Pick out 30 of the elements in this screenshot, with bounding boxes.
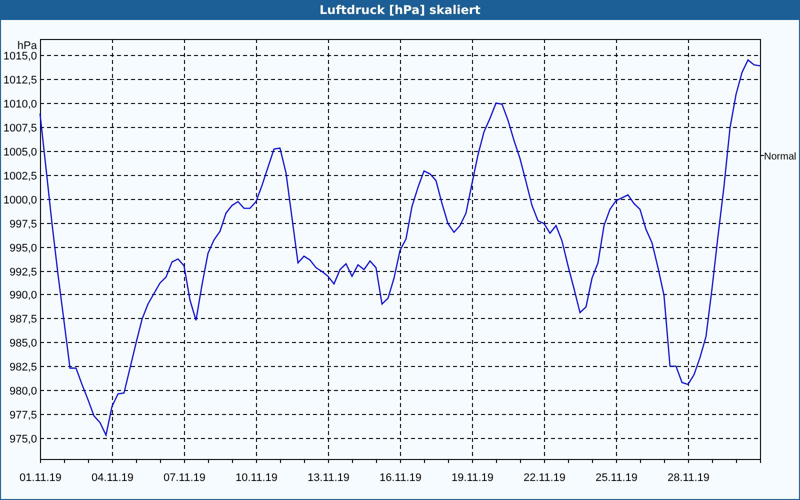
y-axis-label: 982,5 [9, 362, 37, 374]
y-axis-label: 977,5 [9, 410, 37, 422]
y-axis-label: 1005,0 [3, 146, 37, 158]
y-axis-label: 1000,0 [3, 194, 37, 206]
y-axis-label: 1012,5 [3, 74, 37, 86]
x-axis-label: 28.11.19 [668, 472, 710, 484]
y-axis-label: 990,0 [9, 290, 37, 302]
x-axis-label: 16.11.19 [380, 472, 422, 484]
x-axis-label: 04.11.19 [92, 472, 134, 484]
x-axis-label: 07.11.19 [164, 472, 206, 484]
x-axis-label: 01.11.19 [20, 472, 62, 484]
y-axis-label: 1015,0 [3, 50, 37, 62]
y-axis-label: 975,0 [9, 434, 37, 446]
axis-unit-label: hPa [17, 40, 37, 52]
y-axis-label: 1007,5 [3, 122, 37, 134]
y-axis-label: 992,5 [9, 266, 37, 278]
y-axis-label: 985,0 [9, 338, 37, 350]
y-axis-label: 980,0 [9, 386, 37, 398]
y-axis-label: 997,5 [9, 218, 37, 230]
x-axis-label: 10.11.19 [236, 472, 278, 484]
y-axis-label: 1002,5 [3, 170, 37, 182]
reference-label: Normal [764, 152, 796, 162]
y-axis-label: 1010,0 [3, 98, 37, 110]
x-axis-label: 19.11.19 [452, 472, 494, 484]
y-axis-label: 987,5 [9, 314, 37, 326]
y-axis-label: 995,0 [9, 242, 37, 254]
x-axis-label: 13.11.19 [308, 472, 350, 484]
window-title: Luftdruck [hPa] skaliert [320, 3, 480, 17]
x-axis-label: 25.11.19 [596, 472, 638, 484]
x-axis-label: 22.11.19 [524, 472, 566, 484]
